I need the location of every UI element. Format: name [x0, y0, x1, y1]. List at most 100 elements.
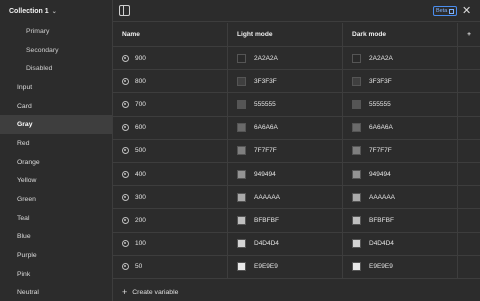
- color-swatch[interactable]: [352, 262, 361, 272]
- dark-value-cell[interactable]: D4D4D4: [343, 232, 458, 255]
- dark-value: BFBFBF: [369, 216, 394, 224]
- light-value-cell[interactable]: D4D4D4: [228, 232, 343, 255]
- dark-value-cell[interactable]: 555555: [343, 93, 458, 116]
- color-swatch[interactable]: [237, 76, 246, 86]
- table-row[interactable]: 500 7F7F7F 7F7F7F: [113, 139, 480, 163]
- name-cell[interactable]: 100: [113, 232, 228, 255]
- close-icon[interactable]: ✕: [462, 4, 471, 17]
- color-variable-icon: [122, 240, 129, 248]
- sidebar-item-pink[interactable]: Pink: [0, 265, 112, 284]
- sidebar-item-input[interactable]: Input: [0, 78, 112, 97]
- dark-value: 6A6A6A: [369, 124, 393, 132]
- color-swatch[interactable]: [352, 146, 361, 156]
- dark-value-cell[interactable]: 949494: [343, 162, 458, 186]
- color-swatch[interactable]: [352, 239, 361, 249]
- variable-name: 50: [135, 263, 143, 271]
- dark-value: E9E9E9: [369, 263, 393, 271]
- light-value-cell[interactable]: E9E9E9: [228, 255, 343, 278]
- sidebar-item-blue[interactable]: Blue: [0, 228, 112, 247]
- table-row[interactable]: 50 E9E9E9 E9E9E9: [113, 255, 480, 279]
- dark-value-cell[interactable]: 3F3F3F: [343, 70, 458, 93]
- sidebar-item-orange[interactable]: Orange: [0, 153, 112, 172]
- header-light-mode[interactable]: Light mode: [228, 23, 343, 46]
- color-swatch[interactable]: [237, 99, 246, 109]
- beta-badge[interactable]: Beta: [433, 6, 458, 16]
- table-row[interactable]: 600 6A6A6A 6A6A6A: [113, 116, 480, 140]
- color-swatch[interactable]: [352, 215, 361, 225]
- dark-value-cell[interactable]: 2A2A2A: [343, 47, 458, 70]
- color-swatch[interactable]: [352, 99, 361, 109]
- light-value: D4D4D4: [254, 240, 279, 248]
- row-spacer: [458, 70, 480, 92]
- light-value: 3F3F3F: [254, 77, 277, 85]
- light-value-cell[interactable]: BFBFBF: [228, 209, 343, 232]
- color-swatch[interactable]: [237, 215, 246, 225]
- sidebar-item-neutral[interactable]: Neutral: [0, 284, 112, 301]
- header-dark-mode[interactable]: Dark mode: [343, 23, 458, 46]
- dark-value-cell[interactable]: 6A6A6A: [343, 116, 458, 139]
- light-value-cell[interactable]: 949494: [228, 162, 343, 186]
- name-cell[interactable]: 800: [113, 70, 228, 93]
- name-cell[interactable]: 50: [113, 255, 228, 278]
- light-value-cell[interactable]: AAAAAA: [228, 186, 343, 209]
- add-mode-button[interactable]: +: [458, 23, 480, 46]
- color-swatch[interactable]: [237, 262, 246, 272]
- color-swatch[interactable]: [352, 192, 361, 202]
- name-cell[interactable]: 200: [113, 209, 228, 232]
- table-row[interactable]: 200 BFBFBF BFBFBF: [113, 209, 480, 233]
- sidebar-item-purple[interactable]: Purple: [0, 246, 112, 265]
- sidebar-item-secondary[interactable]: Secondary: [0, 41, 112, 60]
- sidebar-item-teal[interactable]: Teal: [0, 209, 112, 228]
- color-swatch[interactable]: [237, 239, 246, 249]
- color-swatch[interactable]: [352, 123, 361, 133]
- collection-selector[interactable]: Collection 1 ⌄: [0, 0, 112, 22]
- table-row[interactable]: 800 3F3F3F 3F3F3F: [113, 70, 480, 94]
- sidebar-item-primary[interactable]: Primary: [0, 22, 112, 41]
- color-swatch[interactable]: [352, 169, 361, 179]
- color-swatch[interactable]: [237, 192, 246, 202]
- sidebar-item-red[interactable]: Red: [0, 134, 112, 153]
- sidebar-toggle-icon[interactable]: [119, 5, 130, 16]
- color-swatch[interactable]: [352, 76, 361, 86]
- color-swatch[interactable]: [352, 53, 361, 63]
- dark-value-cell[interactable]: BFBFBF: [343, 209, 458, 232]
- color-swatch[interactable]: [237, 53, 246, 63]
- create-variable-label: Create variable: [132, 288, 179, 296]
- beta-label: Beta: [436, 8, 448, 14]
- table-row[interactable]: 100 D4D4D4 D4D4D4: [113, 232, 480, 256]
- name-cell[interactable]: 700: [113, 93, 228, 116]
- sidebar-item-disabled[interactable]: Disabled: [0, 59, 112, 78]
- light-value-cell[interactable]: 2A2A2A: [228, 47, 343, 70]
- color-swatch[interactable]: [237, 169, 246, 179]
- dark-value-cell[interactable]: E9E9E9: [343, 255, 458, 278]
- sidebar-item-gray[interactable]: Gray: [0, 115, 112, 135]
- dark-value: 7F7F7F: [369, 147, 392, 155]
- sidebar-item-yellow[interactable]: Yellow: [0, 172, 112, 191]
- light-value-cell[interactable]: 6A6A6A: [228, 116, 343, 139]
- name-cell[interactable]: 900: [113, 47, 228, 70]
- sidebar-item-card[interactable]: Card: [0, 97, 112, 116]
- variable-name: 100: [135, 240, 146, 248]
- sidebar-item-green[interactable]: Green: [0, 190, 112, 209]
- row-spacer: [458, 233, 480, 255]
- dark-value-cell[interactable]: AAAAAA: [343, 186, 458, 209]
- light-value-cell[interactable]: 7F7F7F: [228, 139, 343, 162]
- color-variable-icon: [122, 263, 129, 271]
- dark-value: 555555: [369, 100, 391, 108]
- light-value: 7F7F7F: [254, 147, 277, 155]
- name-cell[interactable]: 500: [113, 139, 228, 162]
- table-row[interactable]: 700 555555 555555: [113, 93, 480, 117]
- table-row[interactable]: 400 949494 949494: [113, 162, 480, 187]
- name-cell[interactable]: 400: [113, 162, 228, 186]
- variable-name: 700: [135, 100, 146, 108]
- light-value-cell[interactable]: 555555: [228, 93, 343, 116]
- dark-value-cell[interactable]: 7F7F7F: [343, 139, 458, 162]
- table-row[interactable]: 900 2A2A2A 2A2A2A: [113, 47, 480, 71]
- name-cell[interactable]: 300: [113, 186, 228, 209]
- name-cell[interactable]: 600: [113, 116, 228, 139]
- table-row[interactable]: 300 AAAAAA AAAAAA: [113, 186, 480, 210]
- create-variable-button[interactable]: + Create variable: [122, 287, 178, 297]
- color-swatch[interactable]: [237, 123, 246, 133]
- light-value-cell[interactable]: 3F3F3F: [228, 70, 343, 93]
- color-swatch[interactable]: [237, 146, 246, 156]
